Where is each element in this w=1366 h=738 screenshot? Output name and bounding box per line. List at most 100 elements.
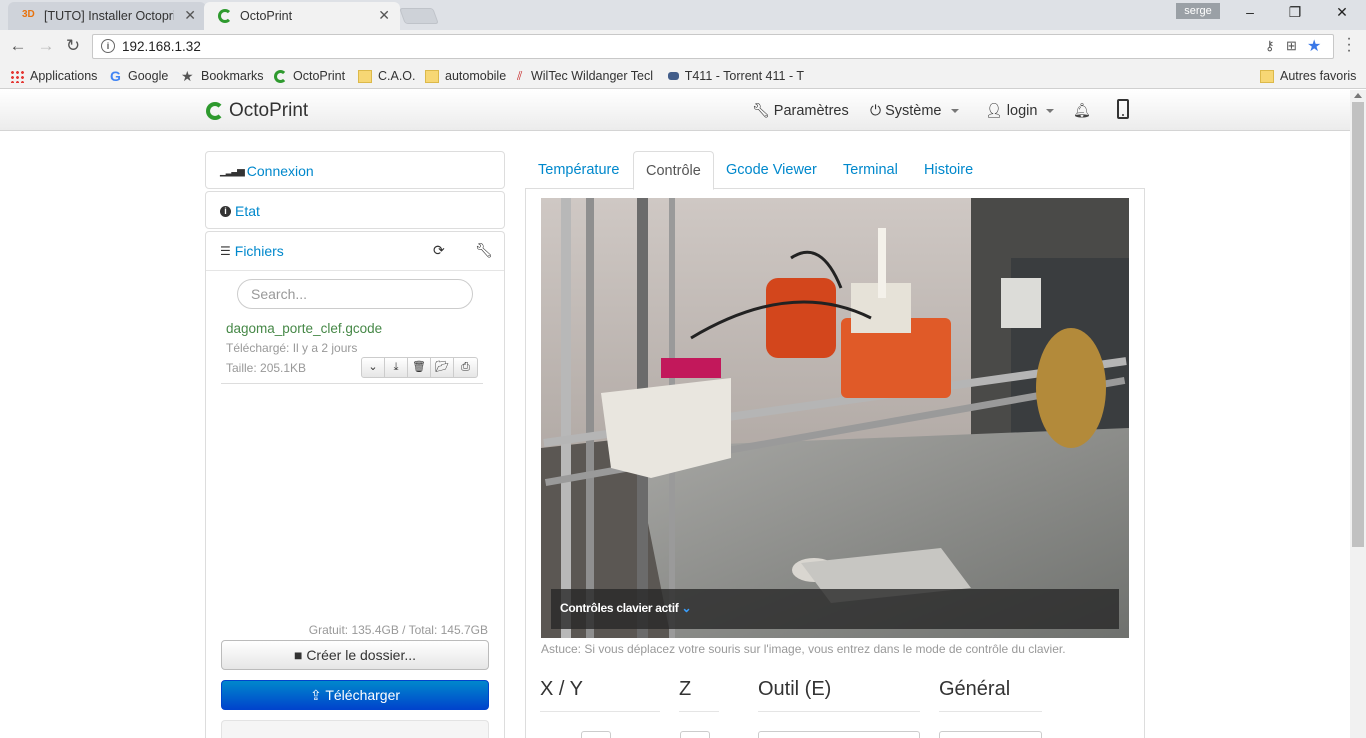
connection-panel[interactable]: ▁▂▃▅ Connexion bbox=[205, 151, 505, 189]
tab-history[interactable]: Histoire bbox=[912, 151, 985, 189]
apps-grid-icon bbox=[10, 69, 24, 83]
bookmark-automobile[interactable]: automobile bbox=[425, 67, 506, 85]
bookmark-star-icon[interactable]: ★ bbox=[1307, 36, 1321, 56]
close-icon[interactable]: ✕ bbox=[378, 7, 390, 24]
bookmark-bookmarks[interactable]: ★ Bookmarks bbox=[181, 67, 264, 85]
browser-tab-tuto[interactable]: 3D [TUTO] Installer Octoprin ✕ bbox=[8, 2, 206, 30]
browser-tab-title: [TUTO] Installer Octoprin bbox=[44, 9, 174, 23]
create-folder-label: Créer le dossier... bbox=[306, 647, 417, 663]
3d-site-icon: 3D bbox=[22, 9, 35, 20]
bookmark-octoprint[interactable]: OctoPrint bbox=[274, 67, 345, 85]
octoprint-logo-icon bbox=[206, 102, 224, 120]
download-icon[interactable]: ⤓ bbox=[385, 358, 408, 377]
info-circle-icon: i bbox=[220, 205, 231, 217]
folder-open-icon[interactable]: 📂︎ bbox=[431, 358, 454, 377]
address-bar[interactable]: i 192.168.1.32 ⚷ ⊞ ★ bbox=[92, 34, 1334, 59]
bookmark-wiltec[interactable]: ⫽ WilTec Wildanger Tecl bbox=[517, 67, 653, 85]
chevron-down-icon: ⌄ bbox=[681, 601, 692, 615]
tab-temperature[interactable]: Température bbox=[526, 151, 631, 189]
bookmark-label: C.A.O. bbox=[378, 69, 416, 83]
minimize-icon[interactable]: – bbox=[1240, 4, 1260, 20]
tool-heading: Outil (E) bbox=[758, 678, 920, 712]
file-name-link[interactable]: dagoma_porte_clef.gcode bbox=[226, 321, 382, 336]
back-icon[interactable]: ← bbox=[8, 36, 28, 56]
settings-menu[interactable]: 🔧︎ Paramètres bbox=[752, 102, 849, 119]
divider bbox=[221, 383, 483, 384]
bell-icon[interactable]: 🔔︎ bbox=[1073, 102, 1091, 119]
power-icon: ⏻ bbox=[870, 102, 882, 118]
upload-button[interactable]: ⇪ Télécharger bbox=[221, 680, 489, 710]
browser-tab-octoprint[interactable]: OctoPrint ✕ bbox=[204, 2, 400, 30]
user-icon: 👤︎ bbox=[985, 102, 1003, 118]
mobile-icon[interactable] bbox=[1117, 99, 1129, 119]
tool-select[interactable] bbox=[758, 731, 920, 738]
files-panel-title[interactable]: ☰ Fichiers bbox=[220, 243, 284, 259]
close-window-icon[interactable]: ✕ bbox=[1332, 4, 1352, 21]
refresh-icon[interactable]: ⟳ bbox=[433, 242, 445, 259]
reload-icon[interactable]: ↻ bbox=[63, 36, 83, 56]
wrench-icon[interactable]: 🔧︎ bbox=[475, 242, 493, 259]
translate-icon[interactable]: ⊞ bbox=[1286, 38, 1297, 54]
bookmark-label: WilTec Wildanger Tecl bbox=[530, 69, 653, 83]
bookmark-applications[interactable]: Applications bbox=[10, 67, 97, 85]
bookmark-label: OctoPrint bbox=[293, 69, 346, 83]
tab-terminal[interactable]: Terminal bbox=[831, 151, 910, 189]
system-label: Système bbox=[885, 102, 942, 119]
info-icon[interactable]: i bbox=[101, 39, 115, 53]
close-icon[interactable]: ✕ bbox=[184, 7, 196, 24]
file-search[interactable] bbox=[237, 279, 473, 309]
page-scrollbar[interactable] bbox=[1350, 90, 1366, 738]
bookmark-other[interactable]: Autres favoris bbox=[1260, 67, 1356, 85]
bookmark-label: Bookmarks bbox=[201, 69, 264, 83]
forward-icon[interactable]: → bbox=[36, 36, 56, 56]
key-icon[interactable]: ⚷ bbox=[1265, 38, 1275, 54]
bookmark-label: Google bbox=[128, 69, 169, 83]
folder-icon bbox=[1260, 69, 1274, 83]
drop-area[interactable] bbox=[221, 720, 489, 738]
motors-off-button[interactable] bbox=[939, 731, 1042, 738]
octoprint-navbar: OctoPrint 🔧︎ Paramètres ⏻ Système 👤︎ log… bbox=[0, 90, 1350, 131]
signal-icon: ▁▂▃▅ bbox=[220, 165, 245, 177]
scroll-up-icon[interactable] bbox=[1354, 93, 1362, 98]
bookmark-google[interactable]: G Google bbox=[110, 67, 168, 85]
octoprint-brand[interactable]: OctoPrint bbox=[206, 100, 308, 122]
keyboard-control-overlay[interactable]: Contrôles clavier actif ⌄ bbox=[551, 589, 1119, 629]
webcam-image bbox=[541, 198, 1129, 638]
divider bbox=[206, 270, 504, 271]
search-input[interactable] bbox=[251, 286, 461, 302]
bookmark-label: Applications bbox=[30, 69, 98, 83]
main-tabs: Température Contrôle Gcode Viewer Termin… bbox=[525, 151, 1145, 190]
browser-menu-icon[interactable]: · · · bbox=[1342, 31, 1356, 59]
keyboard-control-label[interactable]: Contrôles clavier actif ⌄ bbox=[560, 601, 692, 615]
system-menu[interactable]: ⏻ Système bbox=[870, 102, 959, 119]
state-panel-title[interactable]: i Etat bbox=[220, 203, 260, 219]
jog-y-plus-button[interactable] bbox=[581, 731, 611, 738]
login-menu[interactable]: 👤︎ login bbox=[985, 102, 1055, 119]
tab-control[interactable]: Contrôle bbox=[633, 151, 714, 190]
bookmark-label: Autres favoris bbox=[1280, 69, 1357, 83]
bookmark-label: automobile bbox=[445, 69, 507, 83]
jog-z-plus-button[interactable] bbox=[680, 731, 710, 738]
connection-panel-title[interactable]: ▁▂▃▅ Connexion bbox=[220, 163, 314, 179]
profile-badge[interactable]: serge bbox=[1176, 3, 1220, 19]
file-uploaded: Téléchargé: Il y a 2 jours bbox=[226, 341, 358, 355]
browser-tab-title: OctoPrint bbox=[240, 9, 293, 23]
octoprint-icon bbox=[274, 69, 287, 83]
tab-gcode-viewer[interactable]: Gcode Viewer bbox=[714, 151, 829, 189]
state-panel[interactable]: i Etat bbox=[205, 191, 505, 229]
restore-icon[interactable]: ❐ bbox=[1285, 4, 1305, 21]
print-icon[interactable]: ⎙ bbox=[454, 358, 477, 377]
scrollbar-thumb[interactable] bbox=[1352, 102, 1364, 547]
xy-heading: X / Y bbox=[540, 678, 660, 712]
storage-space: Gratuit: 135.4GB / Total: 145.7GB bbox=[308, 623, 488, 637]
url-text[interactable]: 192.168.1.32 bbox=[122, 39, 201, 54]
webcam-stream[interactable]: Contrôles clavier actif ⌄ bbox=[541, 198, 1129, 638]
trash-icon[interactable]: 🗑︎ bbox=[408, 358, 431, 377]
bookmark-t411[interactable]: T411 - Torrent 411 - T bbox=[668, 67, 804, 85]
folder-icon bbox=[358, 69, 372, 83]
chevron-down-icon[interactable]: ⌄ bbox=[362, 358, 385, 377]
new-tab-button[interactable] bbox=[399, 8, 439, 24]
bookmark-cao[interactable]: C.A.O. bbox=[358, 67, 416, 85]
bookmark-label: T411 - Torrent 411 - T bbox=[684, 69, 804, 83]
create-folder-button[interactable]: ■ Créer le dossier... bbox=[221, 640, 489, 670]
